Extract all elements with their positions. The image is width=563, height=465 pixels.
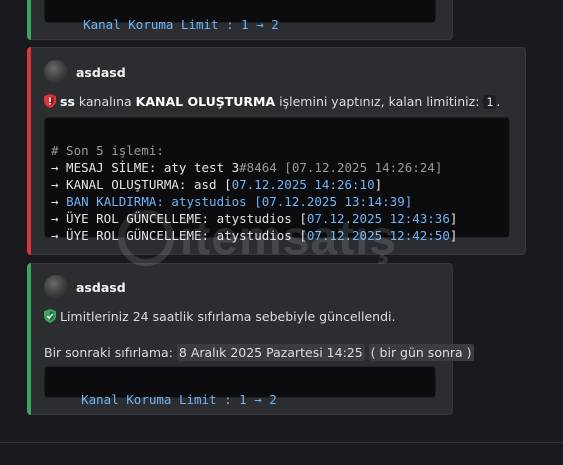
codeblock-header: # Son 5 işlemi: (51, 143, 164, 158)
action-line: → ÜYE ROL GÜNCELLEME: atystudios [07.12.… (51, 211, 458, 226)
limit-warning-embed: asdasd ss kanalına KANAL OLUŞTURMA işlem… (27, 47, 526, 255)
next-reset-date: 8 Aralık 2025 Pazartesi 14:25 (176, 344, 365, 361)
warning-description: ss kanalına KANAL OLUŞTURMA işlemini yap… (44, 94, 500, 109)
limit-codeblock: Kanal Koruma Limit : 1 → 2 (44, 0, 436, 32)
limit-reset-embed: asdasd Limitleriniz 24 saatlik sıfırlama… (27, 263, 474, 415)
remaining-limit: 1 (483, 95, 497, 109)
desc-end: . (496, 94, 501, 109)
embed-accent-bar (27, 263, 31, 415)
limit-change-line: Kanal Koruma Limit : 1 → 2 (83, 17, 279, 32)
next-reset: Bir sonraki sıfırlama: 8 Aralık 2025 Paz… (44, 344, 474, 361)
action-line: → KANAL OLUŞTURMA: asd [07.12.2025 14:26… (51, 177, 383, 192)
embed-accent-bar (27, 47, 31, 255)
action-line: → MESAJ SİLME: aty test 3#8464 [07.12.20… (51, 160, 443, 175)
red-shield-icon (44, 94, 56, 108)
author-name[interactable]: asdasd (76, 280, 126, 295)
channel-user: ss (60, 94, 75, 109)
limit-update-embed-previous: Kanal Koruma Limit : 1 → 2 (27, 0, 453, 40)
recent-actions-codeblock: # Son 5 işlemi: → MESAJ SİLME: aty test … (44, 117, 510, 243)
avatar[interactable] (44, 60, 68, 84)
green-shield-icon (44, 309, 56, 323)
action-line: → ÜYE ROL GÜNCELLEME: atystudios [07.12.… (51, 228, 458, 243)
limit-change-line: Kanal Koruma Limit : 1 → 2 (81, 392, 277, 407)
avatar[interactable] (44, 275, 68, 299)
action-name: KANAL OLUŞTURMA (135, 94, 276, 109)
reset-text: Limitleriniz 24 saatlik sıfırlama sebebi… (60, 309, 396, 324)
desc-text: işlemini yaptınız, kalan limitiniz: (275, 94, 484, 109)
action-line: → BAN KALDIRMA: atystudios [07.12.2025 1… (51, 194, 413, 209)
embed-accent-bar (27, 0, 31, 40)
embed-author[interactable]: asdasd (44, 60, 126, 84)
divider (0, 442, 563, 443)
reset-message: Limitleriniz 24 saatlik sıfırlama sebebi… (44, 309, 395, 324)
limit-codeblock: Kanal Koruma Limit : 1 → 2 (44, 366, 436, 407)
author-name[interactable]: asdasd (76, 65, 126, 80)
desc-text: kanalına (74, 94, 136, 109)
embed-author[interactable]: asdasd (44, 275, 126, 299)
next-reset-relative: ( bir gün sonra ) (368, 344, 474, 361)
next-reset-label: Bir sonraki sıfırlama: (44, 345, 177, 360)
